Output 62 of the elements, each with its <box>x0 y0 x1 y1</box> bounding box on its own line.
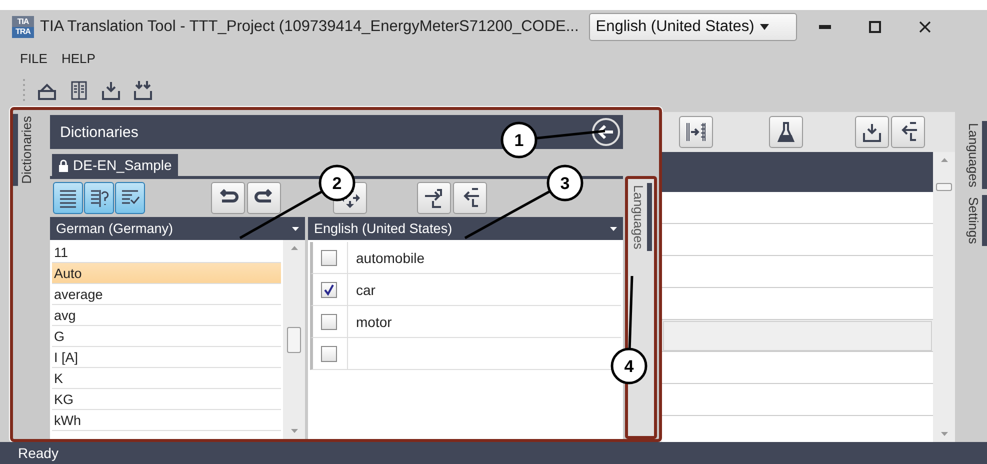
dictionary-tab[interactable]: DE-EN_Sample <box>52 154 178 176</box>
checkmark-icon <box>323 284 335 296</box>
export-button[interactable] <box>453 182 487 214</box>
scroll-up-icon <box>290 246 298 250</box>
scroll-up-icon <box>940 158 948 162</box>
query-button[interactable] <box>84 182 114 214</box>
lock-icon <box>58 158 69 172</box>
scrollbar[interactable] <box>283 240 305 439</box>
barcode-arrow-icon <box>685 121 707 143</box>
window-title: TIA Translation Tool - TTT_Project (109739414_EnergyMeterS71200_CODE... <box>40 18 579 36</box>
translation-text: car <box>347 274 621 305</box>
import-button[interactable] <box>855 116 889 148</box>
redo-button[interactable] <box>247 182 281 214</box>
import-icon <box>861 121 883 143</box>
term-item[interactable]: Auto <box>52 263 281 284</box>
scroll-down-icon <box>940 432 948 436</box>
export-button[interactable] <box>891 116 925 148</box>
barcode-button[interactable] <box>679 116 713 148</box>
dictionaries-tab[interactable]: Dictionaries <box>13 114 35 186</box>
menu-item[interactable]: FILE <box>20 50 48 66</box>
translation-text: automobile <box>347 242 621 273</box>
panel-title: Dictionaries <box>60 124 138 140</box>
caret-icon <box>760 24 770 30</box>
menu-item[interactable]: HELP <box>61 50 96 66</box>
import-all-tool[interactable] <box>132 78 154 100</box>
undo-button[interactable] <box>211 182 245 214</box>
checkbox[interactable] <box>321 250 337 266</box>
flask-icon <box>775 121 797 143</box>
import-icon <box>423 187 445 209</box>
language-select[interactable]: English (United States) <box>588 13 797 41</box>
list-button[interactable] <box>53 182 83 214</box>
side-tab[interactable]: Settings <box>965 195 987 246</box>
scroll-thumb[interactable] <box>287 326 301 352</box>
check-button[interactable] <box>115 182 145 214</box>
side-tab[interactable]: Languages <box>965 121 987 190</box>
import-button[interactable] <box>417 182 451 214</box>
language-dropdown[interactable]: English (United States) <box>308 217 623 240</box>
language-dropdown[interactable]: German (Germany) <box>50 217 305 240</box>
status-text: Ready <box>0 442 987 464</box>
callout: 1 <box>500 122 538 158</box>
maximize-icon <box>868 21 881 33</box>
grip-icon <box>22 78 26 102</box>
checkbox[interactable] <box>321 314 337 330</box>
minimize-icon <box>818 25 831 29</box>
tab-label: DE-EN_Sample <box>73 157 172 173</box>
checkbox[interactable] <box>321 282 337 298</box>
app-logo: TIA TRA <box>12 16 34 38</box>
import-icon <box>132 78 154 100</box>
callout: 2 <box>318 164 356 202</box>
callout: 3 <box>546 164 584 202</box>
callout: 4 <box>610 348 648 384</box>
caret-icon <box>292 226 299 230</box>
scroll-thumb[interactable] <box>936 183 952 191</box>
scroll-down-icon <box>290 429 298 433</box>
scrollbar[interactable] <box>933 152 955 442</box>
translation-text: motor <box>347 306 621 337</box>
back-button[interactable] <box>591 117 621 147</box>
flask-button[interactable] <box>769 116 803 148</box>
checkbox[interactable] <box>321 346 337 362</box>
close-icon <box>918 21 931 33</box>
question-list-icon <box>88 187 110 209</box>
caret-icon <box>610 226 617 230</box>
